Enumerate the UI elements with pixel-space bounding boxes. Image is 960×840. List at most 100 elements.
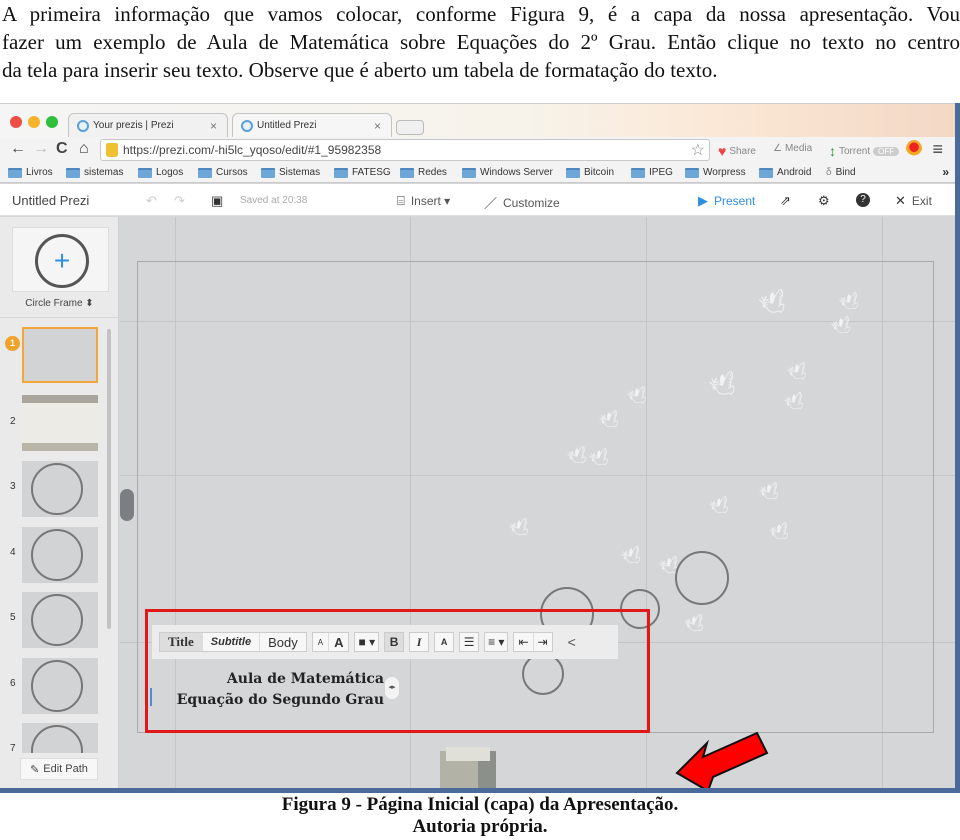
sidebar-scrollbar[interactable] — [107, 329, 111, 629]
folder-icon — [400, 167, 414, 178]
circle-frame-thumb — [31, 463, 83, 515]
bookmark-label: sistemas — [84, 167, 124, 178]
path-thumbnail-3[interactable] — [22, 461, 98, 517]
media-extension[interactable]: ∠ Media — [773, 143, 812, 154]
settings-gear-icon[interactable]: ⚙ — [818, 193, 830, 209]
circle-frame[interactable] — [675, 551, 729, 605]
caption-line: Autoria própria. — [412, 816, 548, 837]
folder-icon — [198, 167, 212, 178]
browser-toolbar: ← → C ⌂ https://prezi.com/-hi5lc_yqoso/e… — [0, 137, 955, 163]
back-arrow-icon[interactable]: ← — [10, 140, 26, 158]
redo-icon[interactable]: ↷ — [174, 193, 185, 209]
heart-icon: ♥ — [718, 143, 727, 159]
bookmark-star-icon[interactable]: ☆ — [691, 140, 705, 160]
share-icon[interactable]: ⇗ — [780, 193, 791, 209]
bookmark-folder[interactable]: Cursos — [198, 167, 248, 178]
media-label: Media — [784, 143, 813, 154]
media-icon: ∠ — [773, 143, 782, 154]
insert-menu-button[interactable]: ⌸ Insert ▾ — [397, 193, 450, 209]
present-button[interactable]: ▶ Present — [698, 193, 755, 209]
close-window-button[interactable] — [10, 116, 22, 128]
torrent-toggle[interactable]: OFF — [873, 146, 900, 156]
paragraph-line: da tela para inserir seu texto. Observe … — [2, 58, 718, 82]
divider — [0, 317, 119, 318]
plus-icon: + — [35, 234, 89, 288]
bookmark-folder[interactable]: Logos — [138, 167, 183, 178]
home-icon[interactable]: ⌂ — [79, 140, 89, 158]
path-thumbnail-1[interactable] — [22, 327, 98, 383]
new-tab-button[interactable] — [396, 120, 424, 135]
exit-button[interactable]: ✕ Exit — [895, 193, 932, 209]
step-number: 3 — [10, 481, 16, 492]
bind-icon: δ — [826, 167, 832, 178]
bookmark-label: Redes — [418, 167, 447, 178]
close-icon[interactable]: × — [374, 119, 381, 133]
edit-path-button[interactable]: ✎ Edit Path — [20, 758, 98, 780]
path-navigation-tab[interactable] — [120, 489, 134, 521]
extension-logo-icon[interactable] — [906, 140, 922, 158]
url-text: https://prezi.com/-hi5lc_yqoso/edit/#1_9… — [123, 143, 382, 157]
path-thumbnail-4[interactable] — [22, 527, 98, 583]
help-icon[interactable]: ? — [856, 193, 870, 207]
tab-your-prezis[interactable]: Your prezis | Prezi × — [68, 113, 228, 138]
share-label: Share — [729, 145, 756, 157]
prezi-favicon-icon — [241, 120, 253, 132]
add-frame-button[interactable]: + — [12, 227, 109, 292]
bookmark-label: Android — [777, 167, 812, 178]
prezi-screenshot: Your prezis | Prezi × Untitled Prezi × ←… — [0, 103, 960, 793]
path-sidebar: + Circle Frame ⬍ 1 2 3 4 5 6 7 ✎ Edit Pa… — [0, 217, 119, 788]
frame-type-selector[interactable]: Circle Frame ⬍ — [0, 298, 119, 309]
close-icon: ✕ — [895, 193, 906, 208]
more-bookmarks-icon[interactable]: » — [942, 165, 949, 179]
bookmark-folder[interactable]: Redes — [400, 167, 447, 178]
insert-label: Insert ▾ — [410, 194, 451, 208]
saved-text: Saved at 20:38 — [240, 195, 308, 206]
bookmark-label: Livros — [26, 167, 53, 178]
bookmark-folder[interactable]: Bitcoin — [566, 167, 614, 178]
bookmark-folder[interactable]: Livros — [8, 167, 53, 178]
minimize-window-button[interactable] — [28, 116, 40, 128]
figure-caption: Figura 9 - Página Inicial (capa) da Apre… — [0, 794, 960, 838]
step-number: 2 — [10, 416, 16, 427]
menu-icon[interactable]: ≡ — [932, 139, 943, 160]
address-bar[interactable]: https://prezi.com/-hi5lc_yqoso/edit/#1_9… — [100, 139, 710, 161]
close-icon[interactable]: × — [210, 119, 217, 133]
torrent-label: Torrent — [839, 145, 871, 157]
torrent-extension[interactable]: ↕ Torrent OFF — [829, 143, 900, 159]
prezi-title[interactable]: Untitled Prezi — [12, 193, 89, 208]
maximize-window-button[interactable] — [46, 116, 58, 128]
path-thumbnail-2[interactable] — [22, 395, 98, 451]
bookmark-item[interactable]: δ Bind — [826, 167, 856, 178]
annotation-arrow — [675, 731, 769, 788]
tab-untitled-prezi[interactable]: Untitled Prezi × — [232, 113, 392, 138]
undo-icon[interactable]: ↶ — [146, 193, 157, 209]
bookmark-folder[interactable]: FATESG — [334, 167, 391, 178]
bookmark-label: FATESG — [352, 167, 391, 178]
paragraph-line: A primeira informação que vamos colocar,… — [2, 2, 960, 26]
bookmark-folder[interactable]: Android — [759, 167, 811, 178]
folder-icon — [8, 167, 22, 178]
customize-button[interactable]: ／ Customize — [484, 193, 560, 212]
bookmark-folder[interactable]: Worpress — [685, 167, 746, 178]
share-extension[interactable]: ♥ Share — [718, 143, 756, 159]
bookmark-label: Logos — [156, 167, 184, 178]
forward-arrow-icon[interactable]: → — [33, 140, 49, 158]
circle-frame-thumb — [31, 660, 83, 712]
pencil-icon: ✎ — [30, 763, 40, 776]
tab-label: Your prezis | Prezi — [93, 120, 174, 131]
step-number: 7 — [10, 743, 16, 754]
circle-frame-thumb — [31, 725, 83, 753]
document-paragraph: A primeira informação que vamos colocar,… — [2, 0, 960, 84]
reload-icon[interactable]: C — [56, 140, 68, 158]
path-thumbnail-7[interactable] — [22, 723, 98, 753]
bookmark-folder[interactable]: IPEG — [631, 167, 673, 178]
step-number: 4 — [10, 547, 16, 558]
save-icon[interactable]: ▣ — [211, 193, 223, 209]
path-thumbnail-6[interactable] — [22, 658, 98, 714]
bookmark-folder[interactable]: sistemas — [66, 167, 123, 178]
circle-frame-thumb — [31, 529, 83, 581]
bookmark-folder[interactable]: Windows Server — [462, 167, 553, 178]
bookmark-folder[interactable]: Sistemas — [261, 167, 320, 178]
bookmark-label: Bitcoin — [584, 167, 615, 178]
path-thumbnail-5[interactable] — [22, 592, 98, 648]
